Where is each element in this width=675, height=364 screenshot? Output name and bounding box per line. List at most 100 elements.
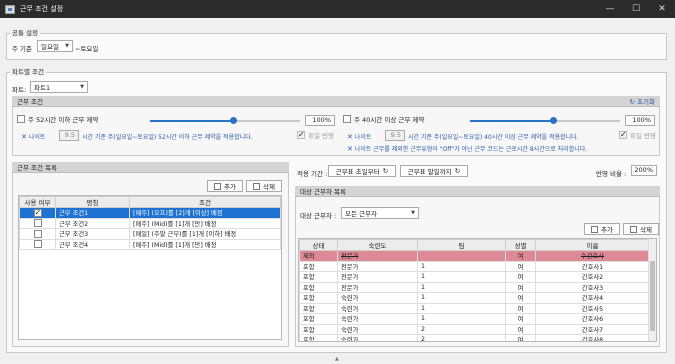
close-button[interactable]: ✕ — [649, 0, 675, 18]
delete-condition-button[interactable]: 삭제 — [246, 180, 282, 192]
ratio-field[interactable]: 200% — [631, 165, 657, 176]
checkbox[interactable] — [33, 219, 42, 228]
table-row[interactable]: 근무 조건1[매주] (오프)를 [2]개 [이상] 배정 — [19, 207, 281, 219]
max52-night-hours[interactable]: 9.5 — [59, 130, 79, 141]
checkbox[interactable] — [33, 229, 42, 238]
min40-percent-field[interactable]: 100% — [625, 115, 655, 126]
worker-name-cell: 간호사2 — [535, 271, 650, 283]
column-header[interactable]: 조건 — [129, 196, 281, 208]
delete-worker-button[interactable]: 삭제 — [623, 223, 659, 235]
target-worker-select[interactable]: 모든 근무자 ▼ — [341, 207, 419, 219]
table-row[interactable]: 포함 숙련가 2 여 간호사8 — [299, 334, 650, 341]
worker-table-scrollbar[interactable] — [648, 239, 656, 341]
chevron-down-icon: ▼ — [411, 210, 415, 216]
table-row[interactable]: 포함 전문가 1 여 간호사1 — [299, 260, 650, 272]
status-cell: 포함 — [299, 334, 338, 341]
worker-name-cell: 수간호사 — [535, 250, 650, 262]
gender-cell: 여 — [505, 271, 536, 283]
scrollbar-thumb[interactable] — [650, 261, 655, 331]
column-header[interactable]: 숙련도 — [337, 239, 418, 251]
maximize-button[interactable]: ☐ — [623, 0, 649, 18]
use-cell[interactable] — [19, 207, 56, 219]
status-cell: 포함 — [299, 281, 338, 293]
target-list-header: 대상 근무자 목록 — [295, 186, 660, 197]
refresh-icon: ↻ — [382, 167, 389, 175]
table-row[interactable]: 근무 조건4 [매주] (Mid)를 [1]개 [만] 배정 — [19, 238, 281, 250]
table-row[interactable]: 제외 전문가 여 수간호사 — [299, 250, 650, 262]
condition-table: 사용 여부 명칭 조건 근무 조건1[매주] (오프)를 [2]개 [이상] 배… — [18, 195, 282, 340]
refresh-icon: ↻ — [629, 98, 635, 106]
max52-slider-thumb[interactable] — [229, 117, 237, 124]
use-cell[interactable] — [19, 238, 56, 250]
min40-slider-thumb[interactable] — [549, 117, 557, 124]
column-header[interactable]: 팀 — [417, 239, 506, 251]
column-header[interactable]: 이름 — [535, 239, 650, 251]
max52-holiday-checkbox[interactable]: 휴일 반영 — [297, 130, 334, 140]
table-row[interactable]: 포함 숙련가 2 여 간호사7 — [299, 323, 650, 335]
team-cell: 1 — [417, 271, 506, 283]
column-header[interactable]: 명칭 — [55, 196, 130, 208]
use-cell[interactable] — [19, 228, 56, 240]
checkbox[interactable] — [33, 240, 42, 249]
chevron-down-icon: ▼ — [65, 43, 69, 49]
max52-percent-field[interactable]: 100% — [305, 115, 335, 126]
part-label: 파트: — [12, 86, 27, 94]
gender-cell: 여 — [505, 260, 536, 272]
table-row[interactable]: 포함 숙련가 1 여 간호사6 — [299, 313, 650, 325]
period-end-button[interactable]: 근무표 말일까지 ↻ — [400, 165, 468, 177]
min40-checkbox[interactable]: 주 40시간 이상 근무 제약 — [343, 114, 424, 124]
chevron-down-icon: ▼ — [80, 84, 84, 90]
team-cell: 1 — [417, 281, 506, 293]
min40-night-hours[interactable]: 9.5 — [385, 130, 405, 141]
column-header[interactable]: 성별 — [505, 239, 536, 251]
checkbox[interactable] — [297, 130, 305, 139]
max52-night-label: ✕ 나이트 — [21, 133, 46, 141]
condition-list-header: 근무 조건 목록 — [12, 162, 289, 173]
use-cell[interactable] — [19, 217, 56, 229]
worker-name-cell: 간호사1 — [535, 260, 650, 272]
column-header[interactable]: 사용 여부 — [19, 196, 56, 208]
gender-cell: 여 — [505, 334, 536, 341]
table-row[interactable]: 포함 전문가 1 여 간호사3 — [299, 281, 650, 293]
status-cell: 포함 — [299, 302, 338, 314]
period-start-button[interactable]: 근무표 초일부터 ↻ — [328, 165, 396, 177]
name-cell: 근무 조건4 — [55, 238, 130, 250]
checkbox[interactable] — [17, 115, 25, 123]
add-condition-button[interactable]: 추가 — [207, 180, 243, 192]
gender-cell: 여 — [505, 323, 536, 335]
title-bar: 근무 조건 설정 — ☐ ✕ — [0, 0, 675, 18]
gender-cell: 여 — [505, 302, 536, 314]
checkbox[interactable] — [343, 115, 351, 123]
condition-cell: [매일] (주말 근무)를 [1]개 [이하] 배정 — [129, 228, 281, 240]
minimize-button[interactable]: — — [597, 0, 623, 18]
table-row[interactable]: 포함 전문가 1 여 간호사2 — [299, 271, 650, 283]
status-cell: 포함 — [299, 292, 338, 304]
team-cell: 2 — [417, 323, 506, 335]
add-worker-button[interactable]: 추가 — [584, 223, 620, 235]
min40-holiday-checkbox[interactable]: 휴일 반영 — [619, 130, 656, 140]
status-cell: 제외 — [299, 250, 338, 262]
worker-name-cell: 간호사6 — [535, 313, 650, 325]
resize-grip-icon[interactable]: ▲ — [335, 356, 339, 362]
gender-cell: 여 — [505, 250, 536, 262]
apply-period-label: 적용 기간 : — [297, 170, 328, 178]
part-select[interactable]: 파트1 ▼ — [30, 81, 88, 93]
reset-button[interactable]: ↻ 초기화 — [630, 96, 655, 106]
checkbox[interactable] — [619, 130, 627, 139]
work-condition-header: 근무 조건 ↻ 초기화 — [12, 96, 660, 107]
week-start-select[interactable]: 일요일 ▼ — [37, 40, 73, 52]
skill-cell: 전문가 — [337, 250, 418, 262]
week-basis-label: 주 기준 — [12, 45, 33, 53]
window-title: 근무 조건 설정 — [20, 5, 64, 13]
team-cell: 1 — [417, 313, 506, 325]
condition-cell: [매주] (Mid)를 [1]개 [만] 배정 — [129, 238, 281, 250]
column-header[interactable]: 상태 — [299, 239, 338, 251]
table-row[interactable]: 근무 조건2 [매주] (Mid)를 [1]개 [만] 배정 — [19, 217, 281, 229]
table-row[interactable]: 포함 숙련가 1 여 간호사5 — [299, 302, 650, 314]
min40-note2: ✕ 나이트 근무를 제외한 근무유형이 "Off"가 아닌 근무 코드는 근로시… — [347, 145, 588, 153]
skill-cell: 숙련가 — [337, 334, 418, 341]
checkbox[interactable] — [33, 208, 42, 217]
max52-checkbox[interactable]: 주 52시간 이하 근무 제약 — [17, 114, 98, 124]
table-row[interactable]: 포함 숙련가 1 여 간호사4 — [299, 292, 650, 304]
table-row[interactable]: 근무 조건3 [매일] (주말 근무)를 [1]개 [이하] 배정 — [19, 228, 281, 240]
